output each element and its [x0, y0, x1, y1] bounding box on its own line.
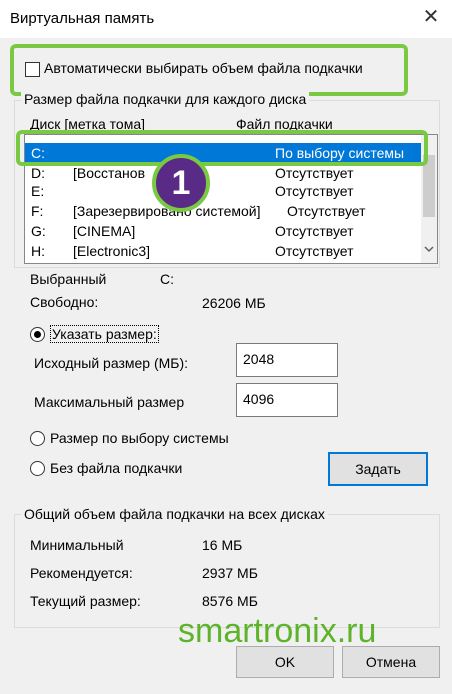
drive-pagefile: Отсутствует — [275, 223, 354, 239]
free-label: Свободно: — [30, 294, 99, 310]
system-size-radio[interactable] — [30, 431, 45, 446]
ok-button[interactable]: OK — [236, 646, 334, 678]
recommended-value: 2937 МБ — [202, 565, 258, 581]
set-button[interactable]: Задать — [328, 452, 428, 486]
drive-pagefile: Отсутствует — [275, 243, 354, 259]
drive-label: [Electronic3] — [73, 243, 151, 259]
no-pagefile-label[interactable]: Без файла подкачки — [50, 460, 182, 476]
drive-letter: G: — [31, 223, 46, 239]
drives-group-title: Размер файла подкачки для каждого диска — [21, 91, 310, 107]
drive-pagefile: Отсутствует — [275, 183, 354, 199]
list-item[interactable]: F: [Зарезервировано системой] Отсутствуе… — [25, 201, 421, 221]
cancel-button[interactable]: Отмена — [342, 646, 440, 678]
custom-size-label[interactable]: Указать размер: — [50, 325, 159, 343]
list-item[interactable]: E: Отсутствует — [25, 181, 421, 201]
selected-label: Выбранный — [30, 271, 107, 287]
step-badge: 1 — [152, 154, 210, 212]
auto-pagefile-label[interactable]: Автоматически выбирать объем файла подка… — [44, 60, 363, 76]
current-value: 8576 МБ — [202, 593, 258, 609]
window-title: Виртуальная память — [10, 10, 155, 27]
totals-group-title: Общий объем файла подкачки на всех диска… — [21, 506, 328, 522]
drive-letter: D: — [31, 165, 45, 181]
list-item[interactable]: D: [Восстанов Отсутствует — [25, 163, 421, 183]
selected-value: C: — [160, 271, 174, 287]
drive-label: [CINEMA] — [73, 223, 136, 239]
min-label: Минимальный — [30, 537, 124, 553]
initial-size-input[interactable]: 2048 — [236, 343, 338, 377]
drive-letter: E: — [31, 183, 45, 199]
drive-pagefile: Отсутствует — [275, 165, 354, 181]
scroll-down-icon[interactable] — [423, 243, 435, 255]
list-item[interactable]: H: [Electronic3] Отсутствует — [25, 241, 421, 261]
highlight-frame-row — [16, 130, 428, 166]
max-size-input[interactable]: 4096 — [236, 383, 338, 417]
close-icon[interactable]: ✕ — [420, 6, 442, 28]
current-label: Текущий размер: — [30, 593, 141, 609]
auto-pagefile-checkbox[interactable] — [25, 62, 40, 77]
free-value: 26206 МБ — [202, 295, 266, 311]
no-pagefile-radio[interactable] — [30, 461, 45, 476]
max-size-label: Максимальный размер — [34, 394, 185, 410]
drive-pagefile: Отсутствует — [287, 203, 366, 219]
drive-letter: F: — [31, 203, 44, 219]
initial-size-label: Исходный размер (МБ): — [34, 355, 189, 371]
custom-size-radio[interactable] — [30, 327, 45, 342]
drive-label: [Восстанов — [73, 165, 146, 181]
drive-letter: H: — [31, 243, 45, 259]
system-size-label[interactable]: Размер по выбору системы — [50, 430, 229, 446]
recommended-label: Рекомендуется: — [30, 565, 133, 581]
list-item[interactable]: G: [CINEMA] Отсутствует — [25, 221, 421, 241]
min-value: 16 МБ — [202, 537, 243, 553]
